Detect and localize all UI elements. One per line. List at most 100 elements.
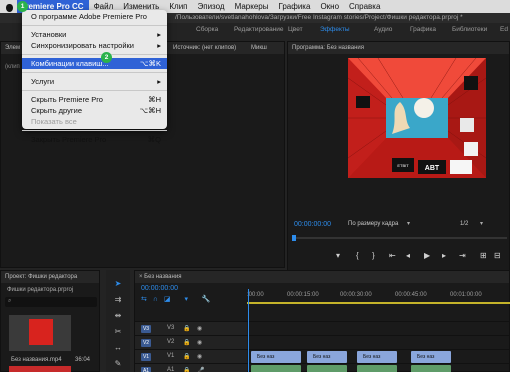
timeline-playhead[interactable] bbox=[248, 289, 249, 372]
menu-item-about[interactable]: О программе Adobe Premiere Pro bbox=[22, 11, 167, 22]
menu-item-preferences[interactable]: Установки ▸ bbox=[22, 29, 167, 40]
timeline-clip[interactable]: Без наз bbox=[357, 351, 397, 363]
clip-thumbnail[interactable] bbox=[9, 315, 71, 351]
track-name: V3 bbox=[167, 325, 175, 331]
timeline-toolbar-icons[interactable]: ⇆∩◪ ▾ 🔧 bbox=[141, 295, 217, 303]
audio-clip[interactable] bbox=[411, 365, 451, 372]
lock-icon[interactable]: 🔒 bbox=[183, 325, 190, 332]
menu-graphics[interactable]: Графика bbox=[273, 0, 315, 13]
eye-icon[interactable]: ◉ bbox=[197, 325, 202, 332]
fit-chevron-icon[interactable]: ▾ bbox=[407, 220, 410, 227]
lift-icon[interactable]: ⊞ bbox=[480, 251, 487, 260]
menu-sequence[interactable]: Эпизод bbox=[193, 0, 230, 13]
menu-separator bbox=[22, 130, 167, 131]
workspace-tab-effects[interactable]: Эффекты bbox=[320, 26, 350, 33]
lock-icon[interactable]: 🔒 bbox=[183, 353, 190, 360]
track-select-icon[interactable]: ⇉ bbox=[112, 294, 124, 306]
tab-source[interactable]: Источник: (нет клипов) bbox=[173, 42, 236, 54]
transport-controls: ▾ { } ⇤ ◂ ▶ ▸ ⇥ ⊞ ⊟ bbox=[288, 248, 510, 264]
menu-separator bbox=[22, 54, 167, 55]
mark-in-icon[interactable]: { bbox=[356, 251, 359, 260]
work-area-bar[interactable] bbox=[247, 302, 510, 304]
workspace-tab-more[interactable]: Ed bbox=[500, 26, 508, 33]
workspace-tab-color[interactable]: Цвет bbox=[288, 26, 303, 33]
menu-clip[interactable]: Клип bbox=[164, 0, 192, 13]
menu-help[interactable]: Справка bbox=[344, 0, 385, 13]
track-target-v2[interactable]: V2 bbox=[141, 339, 151, 347]
project-panel-title[interactable]: Проект: Фишки редактора bbox=[1, 271, 99, 283]
workspace-tab-libraries[interactable]: Библиотеки bbox=[452, 26, 487, 33]
program-controls: 00:00:00:00 По размеру кадра ▾ 1/2 ▾ bbox=[288, 218, 510, 232]
track-v1: V1 V1 🔒 ◉ Без наз Без наз Без наз Без на… bbox=[135, 349, 510, 364]
eye-icon[interactable]: ◉ bbox=[197, 339, 202, 346]
lock-icon[interactable]: 🔒 bbox=[183, 367, 190, 372]
timeline-clip[interactable]: Без наз bbox=[307, 351, 347, 363]
menu-item-hide-others[interactable]: Скрыть другие ⌥⌘H bbox=[22, 105, 167, 116]
slip-tool-icon[interactable]: ↔ bbox=[112, 342, 124, 354]
menu-item-label: Скрыть Premiere Pro bbox=[31, 95, 103, 104]
track-target-v1[interactable]: V1 bbox=[141, 353, 151, 361]
audio-clip[interactable] bbox=[307, 365, 347, 372]
window-title: /Пользователи/svetlanahohlova/Загрузки/F… bbox=[175, 14, 463, 21]
eye-icon[interactable]: ◉ bbox=[197, 353, 202, 360]
step-back-icon[interactable]: ◂ bbox=[406, 251, 410, 260]
lock-icon[interactable]: 🔒 bbox=[183, 339, 190, 346]
audio-clip[interactable] bbox=[251, 365, 301, 372]
submenu-arrow-icon: ▸ bbox=[157, 30, 161, 39]
program-scrubber[interactable] bbox=[292, 237, 507, 239]
menu-item-sync-settings[interactable]: Синхронизировать настройки ▸ bbox=[22, 40, 167, 51]
program-video-frame[interactable]: ABT ETBIT bbox=[348, 58, 486, 178]
track-a1: A1 A1 🔒 🎤 bbox=[135, 363, 510, 372]
step-forward-icon[interactable]: ▸ bbox=[442, 251, 446, 260]
resolution-dropdown[interactable]: 1/2 bbox=[460, 221, 468, 227]
step-badge-2: 2 bbox=[101, 52, 112, 63]
menu-item-keyboard-shortcuts[interactable]: Комбинации клавиш... ⌥⌘K bbox=[22, 58, 167, 69]
menu-window[interactable]: Окно bbox=[315, 0, 344, 13]
extract-icon[interactable]: ⊟ bbox=[494, 251, 501, 260]
razor-tool-icon[interactable]: ✂ bbox=[112, 326, 124, 338]
apple-icon[interactable] bbox=[5, 2, 14, 12]
program-timecode[interactable]: 00:00:00:00 bbox=[294, 221, 331, 228]
workspace-tab-assembly[interactable]: Сборка bbox=[196, 26, 218, 33]
submenu-arrow-icon: ▸ bbox=[157, 77, 161, 86]
marker-icon[interactable]: ▾ bbox=[336, 251, 340, 260]
clip-thumbnail-2[interactable] bbox=[9, 366, 71, 372]
resolution-chevron-icon[interactable]: ▾ bbox=[480, 220, 483, 227]
timeline-clip[interactable]: Без наз bbox=[251, 351, 301, 363]
menu-item-shortcut: ⌘Q bbox=[147, 135, 161, 144]
track-target-v3[interactable]: V3 bbox=[141, 325, 151, 333]
play-icon[interactable]: ▶ bbox=[424, 251, 430, 260]
timeline-timecode[interactable]: 00:00:00:00 bbox=[141, 285, 178, 292]
premiere-window: Premiere Pro CC Файл Изменить Клип Эпизо… bbox=[0, 0, 510, 372]
audio-clip[interactable] bbox=[357, 365, 397, 372]
menu-item-hide-app[interactable]: Скрыть Premiere Pro ⌘H bbox=[22, 94, 167, 105]
tab-audio-mixer[interactable]: Микш bbox=[251, 42, 267, 54]
menu-item-label: Комбинации клавиш... bbox=[31, 59, 109, 68]
menu-markers[interactable]: Маркеры bbox=[230, 0, 274, 13]
workspace-tab-audio[interactable]: Аудио bbox=[374, 26, 392, 33]
go-to-in-icon[interactable]: ⇤ bbox=[389, 251, 396, 260]
tab-effect-controls[interactable]: Элем bbox=[5, 45, 20, 51]
track-target-a1[interactable]: A1 bbox=[141, 367, 151, 372]
program-monitor-title[interactable]: Программа: Без названия bbox=[288, 42, 509, 54]
menu-item-shortcut: ⌥⌘K bbox=[139, 59, 161, 68]
mark-out-icon[interactable]: } bbox=[372, 251, 375, 260]
clip-name[interactable]: Без названия.mp4 bbox=[11, 357, 62, 363]
go-to-out-icon[interactable]: ⇥ bbox=[459, 251, 466, 260]
timeline-ruler[interactable]: :00:00 00:00:15:00 00:00:30:00 00:00:45:… bbox=[247, 289, 510, 301]
workspace-tab-graphics[interactable]: Графика bbox=[410, 26, 436, 33]
menu-item-quit[interactable]: Закрыть Premiere Pro ⌘Q bbox=[22, 134, 167, 145]
program-playhead[interactable] bbox=[292, 235, 296, 241]
ruler-label: 00:01:00:00 bbox=[450, 292, 482, 298]
selection-tool-icon[interactable]: ➤ bbox=[112, 278, 124, 290]
pen-tool-icon[interactable]: ✎ bbox=[112, 358, 124, 370]
ripple-edit-icon[interactable]: ⇹ bbox=[112, 310, 124, 322]
project-search-input[interactable]: ⌕ bbox=[5, 297, 97, 307]
workspace-tab-editing[interactable]: Редактирование bbox=[234, 26, 284, 33]
menu-item-label: Закрыть Premiere Pro bbox=[31, 135, 107, 144]
timeline-tab[interactable]: × Без названия bbox=[135, 271, 509, 283]
timeline-clip[interactable]: Без наз bbox=[411, 351, 451, 363]
menu-item-services[interactable]: Услуги ▸ bbox=[22, 76, 167, 87]
mic-icon[interactable]: 🎤 bbox=[197, 367, 204, 372]
fit-dropdown[interactable]: По размеру кадра bbox=[348, 221, 398, 227]
